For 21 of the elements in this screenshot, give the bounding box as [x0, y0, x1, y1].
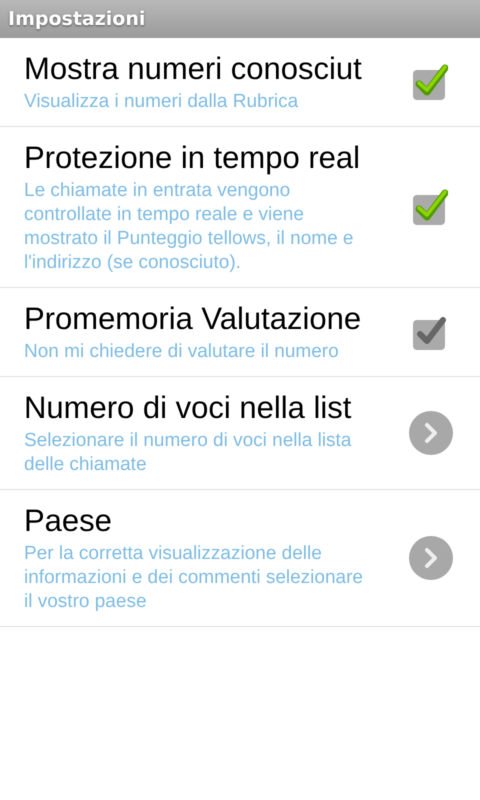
setting-title: Mostra numeri conosciut: [24, 50, 363, 88]
setting-summary: Visualizza i numeri dalla Rubrica: [24, 90, 300, 114]
settings-item[interactable]: Paese Per la corretta visualizzazione delle informazioni e dei commenti selezionare il vostro paese: [0, 490, 480, 627]
settings-item[interactable]: Promemoria Valutazione Non mi chiedere di valutare il numero: [0, 288, 480, 377]
setting-summary: Non mi chiedere di valutare il numero: [24, 340, 340, 364]
settings-item[interactable]: Numero di voci nella list Selezionare il numero di voci nella lista delle chiamate: [0, 377, 480, 490]
checkbox[interactable]: [412, 64, 448, 100]
setting-title: Promemoria Valutazione: [24, 300, 362, 338]
settings-item[interactable]: Mostra numeri conosciut Visualizza i numeri dalla Rubrica: [0, 38, 480, 127]
setting-title: Paese: [24, 502, 113, 540]
setting-summary: Le chiamate in entrata vengono controllate in tempo reale e viene mostrato il Punteggio tellows, il nome e l'indirizzo (se conosciuto).: [24, 179, 354, 275]
setting-title: Protezione in tempo real: [24, 139, 362, 177]
checkbox[interactable]: [412, 189, 448, 225]
chevron-icon[interactable]: [409, 411, 453, 455]
setting-summary: Selezionare il numero di voci nella lista delle chiamate: [24, 429, 352, 477]
setting-title: Numero di voci nella list: [24, 389, 352, 427]
chevron-icon[interactable]: [409, 536, 453, 580]
window-title: Impostazioni: [8, 8, 146, 30]
setting-summary: Per la corretta visualizzazione delle informazioni e dei commenti selezionare il vostro paese: [24, 542, 364, 614]
settings-item[interactable]: Protezione in tempo real Le chiamate in entrata vengono controllate in tempo reale e viene mostrato il Punteggio tellows, il nome e l'indirizzo (se conosciuto).: [0, 127, 480, 288]
checkbox[interactable]: [412, 314, 448, 350]
